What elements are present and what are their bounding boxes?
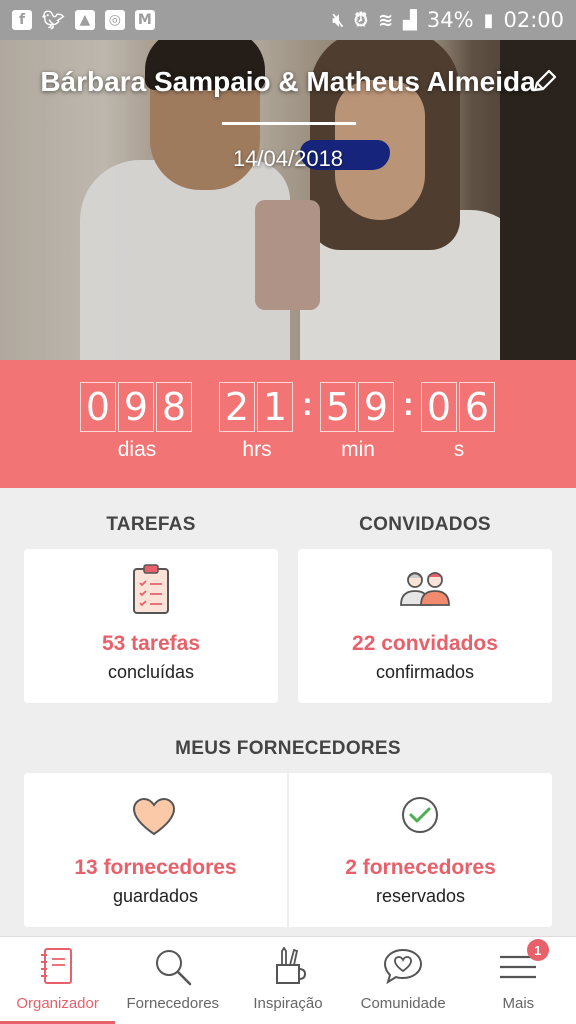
nav-label: Organizador	[16, 995, 99, 1012]
booked-vendors-count: 2 fornecedores	[345, 856, 496, 879]
notebook-icon	[40, 948, 72, 984]
check-circle-icon	[402, 797, 438, 833]
wifi-icon: ≋	[377, 9, 394, 31]
nav-label: Mais	[502, 995, 535, 1012]
couple-photo[interactable]: Bárbara Sampaio & Matheus Almeida 14/04/…	[0, 40, 576, 360]
hours-label: hrs	[242, 438, 272, 461]
tasks-title: TAREFAS	[106, 514, 196, 535]
guests-sub: confirmados	[375, 662, 475, 682]
countdown-minutes: 5 9	[320, 382, 394, 432]
clipboard-checklist-icon	[133, 564, 169, 614]
tasks-count: 53 tarefas	[101, 632, 201, 655]
system-status: 🔇︎ ⏰︎ ≋ ▟ 34% ▮ 02:00	[333, 8, 564, 32]
heart-icon	[132, 797, 176, 836]
countdown-days: 0 9 8	[80, 382, 192, 432]
separator: :	[302, 386, 313, 422]
saved-vendors-count: 13 fornecedores	[74, 856, 237, 879]
wedding-date: 14/04/2018	[232, 146, 344, 171]
mute-icon: 🔇︎	[332, 9, 344, 31]
alarm-icon: ⏰︎	[353, 9, 368, 31]
booked-vendors-sub: reservados	[375, 886, 466, 906]
countdown-seconds: 0 6	[421, 382, 495, 432]
bottom-navigation: Organizador Fornecedores Inspiração Comu…	[0, 936, 576, 1024]
separator: :	[403, 386, 414, 422]
notification-icons: f 🐦︎ ▲ ◎ M	[12, 9, 155, 31]
status-bar: f 🐦︎ ▲ ◎ M 🔇︎ ⏰︎ ≋ ▟ 34% ▮ 02:00	[0, 0, 576, 40]
gallery-icon: ▲	[74, 10, 95, 30]
battery-percent: 34%	[426, 8, 474, 32]
nav-label: Fornecedores	[126, 995, 220, 1012]
couple-names: Bárbara Sampaio & Matheus Almeida	[40, 66, 536, 97]
facebook-icon: f	[12, 10, 32, 30]
nav-comunidade[interactable]: Comunidade	[346, 937, 461, 1024]
nav-fornecedores[interactable]: Fornecedores	[115, 937, 230, 1024]
digit: 0	[421, 382, 457, 432]
guests-title: CONVIDADOS	[359, 514, 491, 535]
clock: 02:00	[503, 8, 564, 32]
digit: 1	[257, 382, 293, 432]
saved-vendors-card[interactable]: 13 fornecedores guardados	[24, 773, 287, 927]
vendors-title: MEUS FORNECEDORES	[175, 738, 401, 759]
guests-card[interactable]: 22 convidados confirmados	[298, 549, 552, 703]
digit: 2	[219, 382, 255, 432]
digit: 6	[459, 382, 495, 432]
twitter-icon: 🐦︎	[42, 9, 65, 31]
tasks-card[interactable]: 53 tarefas concluídas	[24, 549, 278, 703]
wedding-countdown: 0 9 8 dias 2 1 hrs : 5 9 min : 0 6 s	[0, 360, 576, 488]
nav-label: Inspiração	[253, 995, 323, 1012]
booked-vendors-card[interactable]: 2 fornecedores reservados	[289, 773, 552, 927]
nav-inspiracao[interactable]: Inspiração	[230, 937, 345, 1024]
title-divider	[222, 122, 356, 125]
gmail-icon: M	[134, 10, 155, 30]
digit: 9	[118, 382, 154, 432]
battery-icon: ▮	[483, 9, 494, 31]
tasks-sub: concluídas	[107, 662, 195, 682]
nav-label: Comunidade	[360, 995, 446, 1012]
guests-count: 22 convidados	[352, 632, 498, 655]
digit: 9	[358, 382, 394, 432]
saved-vendors-sub: guardados	[112, 886, 199, 906]
signal-icon: ▟	[403, 9, 417, 31]
notification-badge: 1	[526, 939, 549, 961]
nav-mais[interactable]: 1 Mais	[461, 937, 576, 1024]
digit: 0	[80, 382, 116, 432]
edit-pencil-icon[interactable]	[530, 68, 558, 96]
instagram-icon: ◎	[104, 10, 125, 30]
search-icon	[155, 950, 192, 986]
pencil-cup-icon	[275, 946, 306, 984]
minutes-label: min	[341, 438, 375, 461]
digit: 8	[156, 382, 192, 432]
guests-couple-icon	[400, 572, 450, 606]
countdown-hours: 2 1	[219, 382, 293, 432]
nav-organizador[interactable]: Organizador	[0, 937, 116, 1024]
chat-heart-icon	[384, 948, 423, 985]
digit: 5	[320, 382, 356, 432]
seconds-label: s	[453, 438, 465, 461]
days-label: dias	[117, 438, 157, 461]
